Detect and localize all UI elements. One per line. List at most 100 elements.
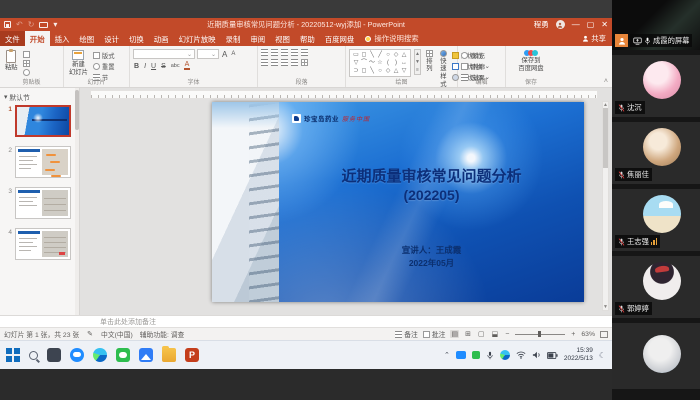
tab-home[interactable]: 开始: [25, 31, 50, 46]
taskbar-app-dark[interactable]: [47, 348, 61, 362]
tab-baidu-netdisk[interactable]: 百度网盘: [320, 31, 360, 46]
zoom-in-button[interactable]: +: [570, 331, 576, 338]
font-name-dropdown[interactable]: ⌄: [133, 49, 195, 59]
spell-check-icon[interactable]: ✎: [86, 330, 94, 338]
tab-help[interactable]: 帮助: [295, 31, 320, 46]
italic-button[interactable]: I: [143, 63, 147, 70]
paste-button[interactable]: 粘贴: [3, 49, 20, 72]
underline-button[interactable]: U: [150, 63, 157, 70]
layout-button[interactable]: 版式: [93, 51, 115, 60]
shape-gallery[interactable]: ▭◻╲╱○◇△ ▽⌒～☆()↔ ⊃◻╲○◇△▽: [349, 49, 411, 77]
notes-toggle[interactable]: 备注: [395, 329, 418, 339]
increase-indent-icon[interactable]: [291, 49, 298, 56]
tray-expand-icon[interactable]: ⌃: [444, 351, 450, 359]
accessibility-status[interactable]: 辅助功能: 调查: [140, 329, 185, 339]
language-indicator[interactable]: 中文(中国): [101, 329, 133, 339]
slide-sorter-view-button[interactable]: ⊞: [464, 330, 472, 338]
find-button[interactable]: 查找: [461, 51, 490, 60]
user-avatar[interactable]: [556, 20, 565, 29]
bullets-icon[interactable]: [261, 49, 268, 56]
participant-tile-partial[interactable]: [612, 323, 700, 389]
tab-view[interactable]: 视图: [270, 31, 295, 46]
arrange-button[interactable]: 排列: [424, 49, 435, 73]
tab-file[interactable]: 文件: [0, 31, 25, 46]
thumbnail-slide-1[interactable]: 1: [3, 105, 79, 137]
taskbar-chat-app[interactable]: [70, 348, 84, 362]
strikethrough-button[interactable]: S: [160, 63, 167, 70]
new-slide-button[interactable]: 新建 幻灯片: [67, 49, 90, 77]
tab-draw[interactable]: 绘图: [74, 31, 99, 46]
meeting-tray-icon[interactable]: [456, 351, 466, 359]
replace-button[interactable]: 替换 ⌄: [461, 62, 490, 71]
tell-me-search[interactable]: 操作说明搜索: [359, 31, 424, 46]
tab-design[interactable]: 设计: [99, 31, 124, 46]
comments-toggle[interactable]: 批注: [423, 329, 446, 339]
line-spacing-icon[interactable]: [301, 49, 308, 56]
thumbnail-slide-3[interactable]: 3: [3, 187, 79, 219]
align-left-icon[interactable]: [261, 59, 268, 66]
redo-icon[interactable]: ↻: [28, 21, 35, 29]
tab-transitions[interactable]: 切换: [124, 31, 149, 46]
qat-dropdown-icon[interactable]: ▾: [53, 21, 57, 29]
tab-animations[interactable]: 动画: [149, 31, 174, 46]
numbering-icon[interactable]: [271, 49, 278, 56]
zoom-percentage[interactable]: 63%: [581, 331, 595, 338]
taskbar-green-app[interactable]: [116, 348, 130, 362]
bold-button[interactable]: B: [133, 63, 140, 70]
zoom-slider[interactable]: [515, 334, 565, 335]
editor-scrollbar[interactable]: ▲ ▼: [602, 101, 609, 311]
signed-in-user[interactable]: 程勇: [534, 19, 549, 30]
taskbar-photos-app[interactable]: [139, 348, 153, 362]
save-icon[interactable]: [4, 21, 11, 28]
tab-insert[interactable]: 插入: [50, 31, 75, 46]
justify-icon[interactable]: [291, 59, 298, 66]
browser-tray-icon[interactable]: [500, 350, 510, 360]
restore-button[interactable]: ▢: [587, 21, 595, 29]
participant-tile[interactable]: 郭婷婷: [612, 256, 700, 318]
copy-icon[interactable]: [23, 60, 30, 67]
align-right-icon[interactable]: [281, 59, 288, 66]
thumbnail-scrollbar[interactable]: [75, 88, 79, 315]
font-color-button[interactable]: A: [184, 62, 191, 70]
font-size-dropdown[interactable]: ⌄: [197, 49, 219, 59]
reset-button[interactable]: 重置: [93, 62, 115, 71]
microphone-tray-icon[interactable]: [486, 351, 494, 360]
save-to-baidu-button[interactable]: 保存到 百度网盘: [516, 49, 545, 73]
columns-icon[interactable]: [301, 59, 308, 66]
tab-record[interactable]: 录制: [221, 31, 246, 46]
shape-gallery-scroll[interactable]: ▲▼≡: [414, 49, 421, 75]
start-button[interactable]: [6, 348, 20, 362]
notes-pane[interactable]: 单击此处添加备注: [0, 315, 612, 327]
zoom-out-button[interactable]: −: [504, 331, 510, 338]
taskbar-search-icon[interactable]: [29, 351, 38, 360]
focus-assist-moon-icon[interactable]: ☾: [599, 351, 606, 360]
align-center-icon[interactable]: [271, 59, 278, 66]
share-button[interactable]: 共享: [576, 31, 612, 46]
participant-tile[interactable]: 王志强: [612, 189, 700, 251]
collapse-ribbon-icon[interactable]: ˄: [604, 78, 608, 85]
thumbnail-slide-2[interactable]: 2: [3, 146, 79, 178]
green-tray-icon[interactable]: [472, 351, 480, 359]
grow-font-button[interactable]: A: [221, 50, 228, 59]
slide-canvas[interactable]: 珍宝岛药业 服务中国 近期质量审核常见问题分析 (202205) 宣讲人：王成霞…: [212, 102, 584, 302]
slideshow-view-button[interactable]: ⬓: [491, 330, 500, 338]
taskbar-clock[interactable]: 15:39 2022/5/13: [564, 347, 593, 364]
powerpoint-taskbar-icon[interactable]: P: [185, 348, 199, 362]
thumbnail-slide-4[interactable]: 4: [3, 228, 79, 260]
tab-slideshow[interactable]: 幻灯片放映: [174, 31, 221, 46]
undo-icon[interactable]: ↶: [16, 21, 23, 29]
participant-tile[interactable]: 焦丽佳: [612, 122, 700, 184]
file-explorer-icon[interactable]: [162, 348, 176, 362]
participant-tile[interactable]: 沈沉: [612, 55, 700, 117]
cut-icon[interactable]: [23, 51, 30, 58]
character-spacing-button[interactable]: abc: [170, 63, 181, 69]
reading-view-button[interactable]: ▢: [477, 330, 486, 338]
normal-view-button[interactable]: ▤: [450, 330, 459, 338]
speaker-icon[interactable]: [532, 351, 541, 359]
slideshow-icon[interactable]: [39, 22, 48, 28]
section-header[interactable]: ▾ 默认节: [3, 91, 79, 105]
close-button[interactable]: ✕: [601, 21, 608, 29]
minimize-button[interactable]: —: [572, 21, 580, 29]
format-painter-icon[interactable]: [23, 69, 30, 76]
decrease-indent-icon[interactable]: [281, 49, 288, 56]
